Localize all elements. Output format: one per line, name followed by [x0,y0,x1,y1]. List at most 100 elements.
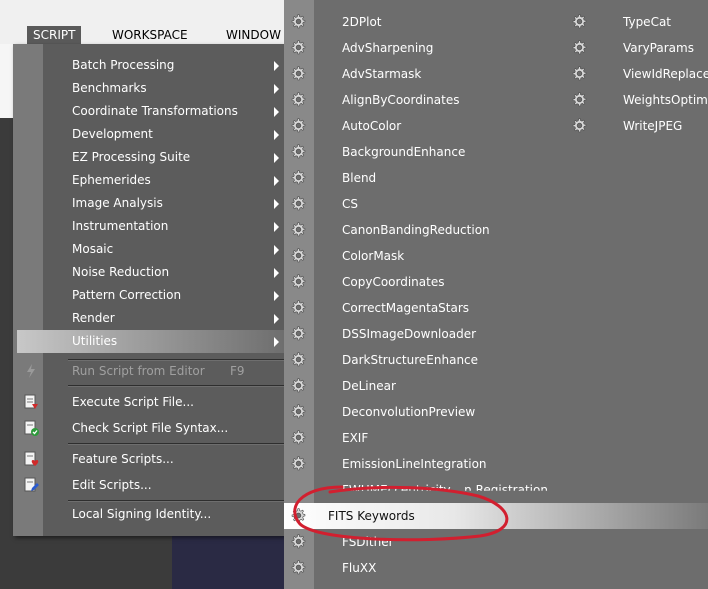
gear-icon [289,39,307,57]
submenu-arrow-icon [274,337,279,347]
menu-item-fsdither[interactable]: FSDither [284,529,708,555]
gear-icon [289,299,307,317]
menubar-window[interactable]: WINDOW [220,26,287,44]
menu-item-canonbandingreduction[interactable]: CanonBandingReduction [284,217,708,243]
gear-icon [570,65,588,83]
menu-item-label: AutoColor [342,119,402,133]
menu-item-label: Development [72,127,153,141]
menu-item-correctmagentastars[interactable]: CorrectMagentaStars [284,295,708,321]
menu-item-batch-processing[interactable]: Batch Processing [17,54,284,77]
menubar-script[interactable]: SCRIPT [27,26,82,44]
menu-item-noise-reduction[interactable]: Noise Reduction [17,261,284,284]
menu-item-edit-scripts[interactable]: Edit Scripts... [17,474,284,497]
menu-item-deconvolutionpreview[interactable]: DeconvolutionPreview [284,399,708,425]
menu-item-local-signing-identity[interactable]: Local Signing Identity... [17,503,284,526]
menubar-workspace[interactable]: WORKSPACE [106,26,194,44]
menu-item-label: EmissionLineIntegration [342,457,487,471]
gear-icon [289,65,307,83]
gear-icon [289,195,307,213]
menu-item-label: AdvStarmask [342,67,422,81]
menu-item-label: EZ Processing Suite [72,150,191,164]
check-syntax-icon [23,420,39,436]
menu-item-dssimagedownloader[interactable]: DSSImageDownloader [284,321,708,347]
menu-item-label: Batch Processing [72,58,175,72]
menu-item-fits-keywords[interactable]: FITS Keywords [284,503,708,529]
menu-item-pattern-correction[interactable]: Pattern Correction [17,284,284,307]
menu-item-varyparams[interactable]: VaryParams [565,35,708,61]
menu-item-label: Ephemerides [72,173,151,187]
menu-item-colormask[interactable]: ColorMask [284,243,708,269]
script-menu: Batch Processing Benchmarks Coordinate T… [13,44,284,536]
gear-icon [289,351,307,369]
menu-item-label: FWHMEccentricity... n Registration [342,483,548,497]
submenu-arrow-icon [274,314,279,324]
menu-item-partial[interactable]: FWHMEccentricity... n Registration [284,478,708,498]
menu-item-label: DeLinear [342,379,396,393]
menu-item-label: WriteJPEG [623,119,683,133]
shortcut-label: F9 [230,364,245,378]
menu-item-label: DSSImageDownloader [342,327,477,341]
menu-item-label: Check Script File Syntax... [72,421,229,435]
menu-item-exif[interactable]: EXIF [284,425,708,451]
menu-item-label: FluXX [342,561,377,575]
menu-item-execute-script-file[interactable]: Execute Script File... [17,391,284,414]
menu-item-weightsoptimiz[interactable]: WeightsOptimiz [565,87,708,113]
menu-item-label: ViewIdReplace [623,67,708,81]
submenu-arrow-icon [274,268,279,278]
menu-item-fluxx[interactable]: FluXX [284,555,708,581]
menu-item-typecat[interactable]: TypeCat [565,9,708,35]
image-window-fragment [172,536,290,589]
menu-item-writejpeg[interactable]: WriteJPEG [565,113,708,139]
menu-item-darkstructureenhance[interactable]: DarkStructureEnhance [284,347,708,373]
menu-item-benchmarks[interactable]: Benchmarks [17,77,284,100]
gear-icon [289,91,307,109]
gear-icon [289,429,307,447]
gear-icon [570,13,588,31]
gear-icon [289,507,307,525]
edit-scripts-icon [23,477,39,493]
menu-item-render[interactable]: Render [17,307,284,330]
menu-item-ephemerides[interactable]: Ephemerides [17,169,284,192]
menu-item-viewidreplace[interactable]: ViewIdReplace [565,61,708,87]
menu-item-label: Execute Script File... [72,395,194,409]
menu-item-delinear[interactable]: DeLinear [284,373,708,399]
menu-item-ez-processing-suite[interactable]: EZ Processing Suite [17,146,284,169]
menu-item-mosaic[interactable]: Mosaic [17,238,284,261]
submenu-arrow-icon [274,153,279,163]
menu-separator [68,500,284,502]
menu-item-instrumentation[interactable]: Instrumentation [17,215,284,238]
menu-item-label: Edit Scripts... [72,478,152,492]
menu-item-label: CS [342,197,358,211]
menu-item-copycoordinates[interactable]: CopyCoordinates [284,269,708,295]
menu-item-emissionlineintegration[interactable]: EmissionLineIntegration [284,451,708,477]
menu-item-label: AdvSharpening [342,41,434,55]
menu-item-label: CanonBandingReduction [342,223,490,237]
menu-item-label: Noise Reduction [72,265,170,279]
execute-script-icon [23,394,39,410]
menu-item-label: BackgroundEnhance [342,145,466,159]
menu-separator [68,385,284,387]
menu-item-label: 2DPlot [342,15,382,29]
menu-item-backgroundenhance[interactable]: BackgroundEnhance [284,139,708,165]
menu-item-label: ColorMask [342,249,405,263]
menu-item-coordinate-transformations[interactable]: Coordinate Transformations [17,100,284,123]
menu-item-label: FSDither [342,535,394,549]
menu-item-blend[interactable]: Blend [284,165,708,191]
gear-icon [289,143,307,161]
menu-item-cs[interactable]: CS [284,191,708,217]
menu-item-label: DarkStructureEnhance [342,353,479,367]
menu-item-label: Run Script from Editor [72,364,205,378]
menu-item-development[interactable]: Development [17,123,284,146]
menu-item-label: Local Signing Identity... [72,507,212,521]
menu-item-image-analysis[interactable]: Image Analysis [17,192,284,215]
gear-icon [289,273,307,291]
menu-item-run-script-from-editor[interactable]: Run Script from Editor F9 [17,360,284,383]
menu-item-label: Blend [342,171,377,185]
menu-item-check-script-file-syntax[interactable]: Check Script File Syntax... [17,417,284,440]
menu-item-feature-scripts[interactable]: Feature Scripts... [17,448,284,471]
menu-item-label: Feature Scripts... [72,452,174,466]
gear-icon [289,13,307,31]
menu-item-label: Utilities [72,334,118,348]
menu-item-utilities[interactable]: Utilities [17,330,284,353]
menu-item-label: Render [72,311,115,325]
